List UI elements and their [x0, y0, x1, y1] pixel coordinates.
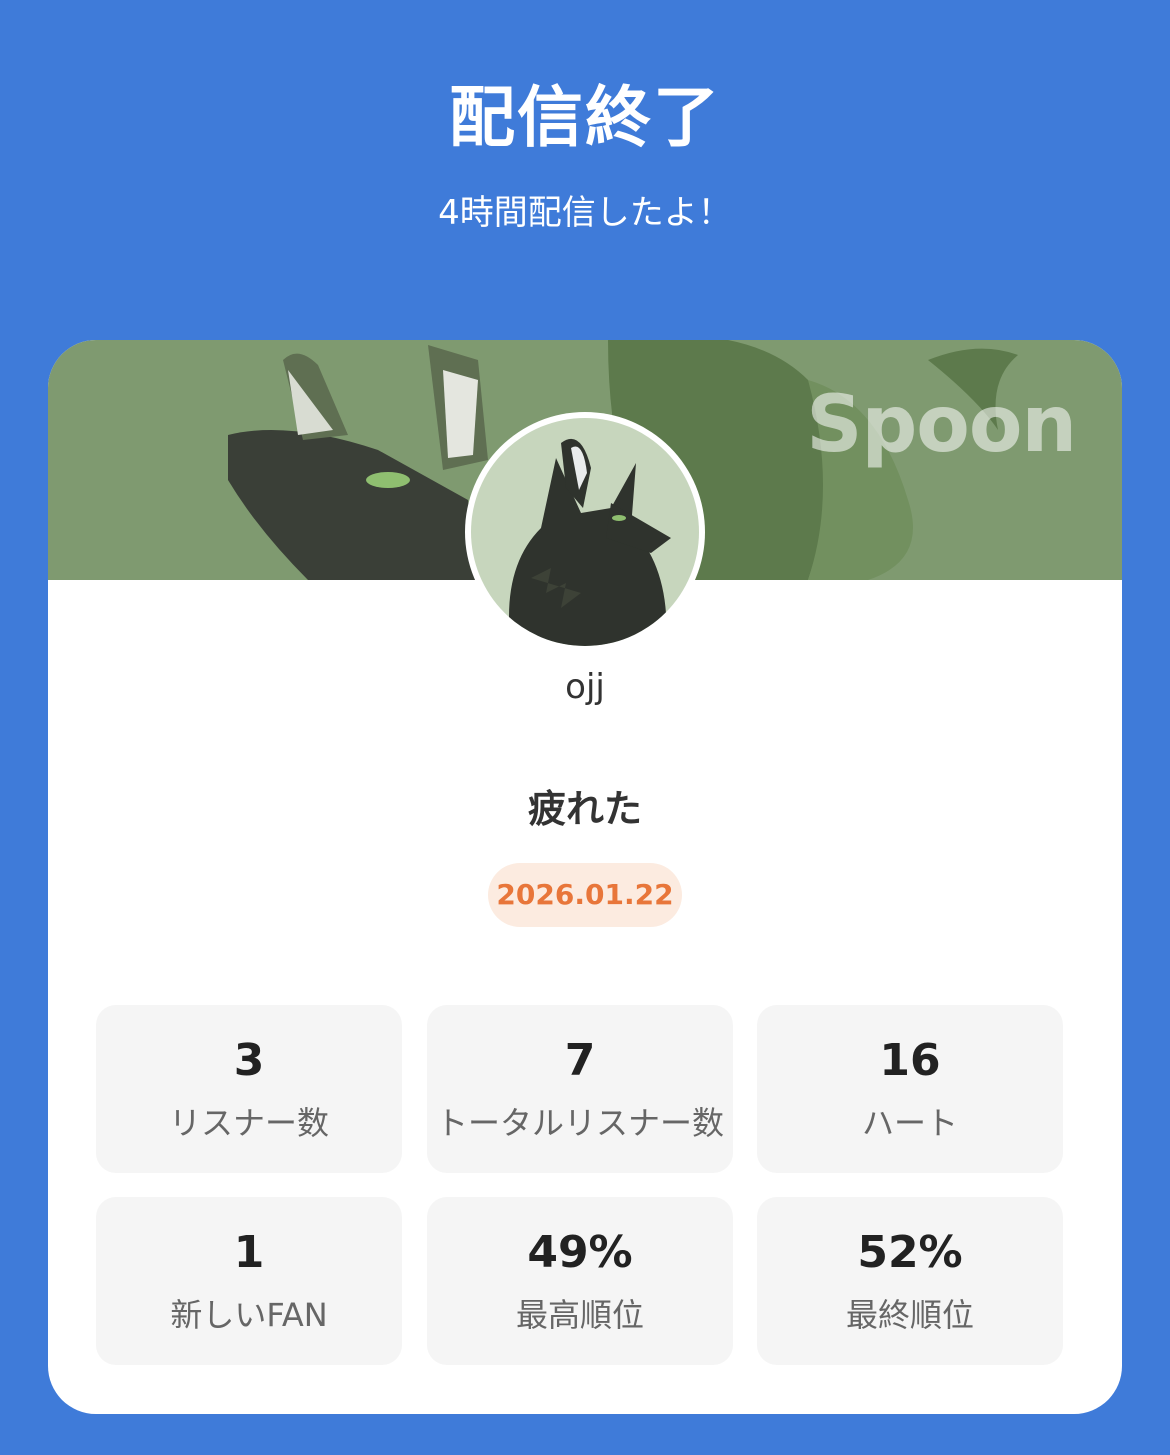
date-badge: 2026.01.22	[488, 863, 682, 927]
stat-value: 1	[233, 1227, 265, 1278]
stat-value: 16	[879, 1035, 941, 1086]
stat-label: ハート	[861, 1104, 958, 1142]
stat-highest-rank: 49% 最高順位	[427, 1197, 733, 1365]
stat-label: 最終順位	[845, 1296, 974, 1334]
username: ojj	[565, 667, 605, 707]
summary-card: Spoon ojj 疲れた 2026.01.22 3 リスナー数 7 トータルリ…	[48, 340, 1122, 1414]
avatar[interactable]	[465, 412, 705, 652]
stat-total-listeners: 7 トータルリスナー数	[427, 1005, 733, 1173]
stat-hearts: 16 ハート	[757, 1005, 1063, 1173]
stat-value: 3	[233, 1035, 265, 1086]
stat-label: トータルリスナー数	[435, 1104, 724, 1142]
stat-value: 49%	[527, 1227, 633, 1278]
stat-label: 最高順位	[515, 1296, 644, 1334]
stat-final-rank: 52% 最終順位	[757, 1197, 1063, 1365]
header: 配信終了 4時間配信したよ！	[0, 0, 1170, 320]
stat-value: 52%	[857, 1227, 963, 1278]
stat-new-fans: 1 新しいFAN	[96, 1197, 402, 1365]
page-title: 配信終了	[449, 79, 721, 156]
spoon-logo: Spoon	[806, 380, 1077, 470]
stat-label: リスナー数	[168, 1104, 329, 1142]
stat-value: 7	[564, 1035, 596, 1086]
live-title: 疲れた	[527, 787, 642, 831]
page-subtitle: 4時間配信したよ！	[438, 193, 732, 233]
stat-listeners: 3 リスナー数	[96, 1005, 402, 1173]
stat-label: 新しいFAN	[170, 1296, 328, 1334]
